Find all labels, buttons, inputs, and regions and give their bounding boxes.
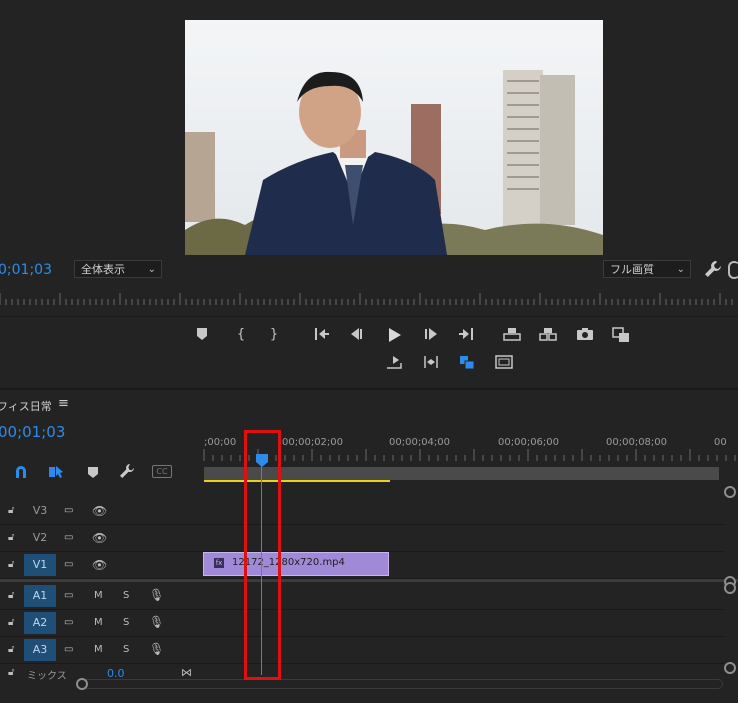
snap-icon[interactable] (14, 464, 28, 483)
ruler-label: 00;00;08;00 (606, 437, 668, 448)
video-frame-image (185, 20, 603, 255)
track-header-v1[interactable]: 🔓︎ V1 ▭ 👁︎ (0, 552, 202, 579)
highlight-box (244, 430, 281, 680)
zoom-dropdown-label: 全体表示 (81, 263, 125, 276)
timeline-timecode[interactable]: 00;01;03 (0, 423, 65, 441)
eye-icon[interactable]: 👁︎ (92, 531, 107, 545)
sequence-tab-label[interactable]: フィス日常 (0, 398, 52, 414)
mute-button[interactable]: M (94, 617, 103, 628)
go-to-out-icon[interactable] (454, 324, 478, 346)
timeline-settings-wrench-icon[interactable] (119, 463, 135, 483)
track-label-v1[interactable]: V1 (24, 554, 56, 576)
lock-icon[interactable]: 🔓︎ (8, 590, 14, 601)
track-header-a2[interactable]: 🔓︎ A2 ▭ M S 🎙︎ (0, 610, 202, 637)
track-label-v3[interactable]: V3 (24, 500, 56, 522)
lock-icon[interactable]: 🔓︎ (8, 644, 14, 655)
solo-button[interactable]: S (123, 644, 129, 655)
microphone-icon[interactable]: 🎙︎ (149, 615, 164, 629)
track-header-v2[interactable]: 🔓︎ V2 ▭ 👁︎ (0, 525, 202, 552)
go-to-in-icon[interactable] (310, 324, 334, 346)
fx-badge-icon: fx (214, 558, 224, 568)
ruler-label: 00;00;02;00 (282, 437, 344, 448)
mute-button[interactable]: M (94, 590, 103, 601)
overflow-icon[interactable] (728, 261, 738, 279)
quality-dropdown-label: フル画質 (610, 263, 654, 276)
trim-icon[interactable] (419, 351, 443, 373)
vertical-zoom-handle[interactable] (724, 486, 736, 498)
bowtie-icon[interactable]: ⋈ (181, 666, 192, 679)
linked-selection-icon[interactable] (48, 464, 64, 483)
program-monitor: 0;01;03 全体表示 ⌄ フル画質 ⌄ { } (0, 0, 738, 385)
horizontal-scroll-handle[interactable] (76, 678, 88, 690)
step-forward-icon[interactable] (419, 324, 443, 346)
sync-lock-icon[interactable]: ▭ (64, 559, 73, 570)
mark-out-icon[interactable]: } (262, 324, 286, 346)
overwrite-icon[interactable] (455, 351, 479, 373)
sync-lock-icon[interactable]: ▭ (64, 644, 73, 655)
zoom-dropdown[interactable]: 全体表示 ⌄ (74, 260, 162, 278)
add-marker-icon[interactable] (86, 464, 100, 483)
add-marker-icon[interactable] (190, 324, 214, 346)
program-timecode[interactable]: 0;01;03 (0, 262, 52, 278)
track-label-a1[interactable]: A1 (24, 585, 56, 607)
divider (0, 316, 738, 317)
quality-dropdown[interactable]: フル画質 ⌄ (603, 260, 691, 278)
audio-scroll-handle-bottom[interactable] (724, 662, 736, 674)
track-header-v3[interactable]: 🔓︎ V3 ▭ 👁︎ (0, 498, 202, 525)
audio-scroll-handle[interactable] (724, 582, 736, 594)
lock-icon[interactable]: 🔓︎ (8, 617, 14, 628)
safe-margins-icon[interactable] (492, 351, 516, 373)
video-audio-divider[interactable] (0, 579, 738, 582)
work-area-range[interactable] (204, 480, 390, 482)
track-label-a3[interactable]: A3 (24, 639, 56, 661)
monitor-time-ruler[interactable] (0, 290, 738, 305)
chevron-down-icon: ⌄ (147, 264, 156, 275)
mix-label: ミックス (27, 671, 67, 682)
comparison-view-icon[interactable] (609, 324, 633, 346)
export-frame-icon[interactable] (573, 324, 597, 346)
solo-button[interactable]: S (123, 617, 129, 628)
timeline-panel: フィス日常 ≡ 00;01;03 CC ;00;00 00;00;02;00 0… (0, 388, 738, 703)
mark-in-icon[interactable]: { (229, 324, 253, 346)
extract-icon[interactable] (536, 324, 560, 346)
lift-icon[interactable] (500, 324, 524, 346)
sync-lock-icon[interactable]: ▭ (64, 505, 73, 516)
lock-icon[interactable]: 🔓︎ (8, 532, 14, 543)
chevron-down-icon: ⌄ (676, 264, 685, 275)
sync-lock-icon[interactable]: ▭ (64, 617, 73, 628)
work-area-bar[interactable] (204, 467, 719, 480)
play-icon[interactable] (382, 324, 406, 346)
ruler-label: 00 (714, 437, 727, 448)
eye-icon[interactable]: 👁︎ (92, 558, 107, 572)
lock-icon[interactable]: 🔓︎ (8, 667, 14, 678)
sync-lock-icon[interactable]: ▭ (64, 590, 73, 601)
ruler-label: ;00;00 (204, 437, 237, 448)
settings-wrench-icon[interactable] (703, 259, 723, 279)
ruler-label: 00;00;06;00 (498, 437, 560, 448)
track-header-a3[interactable]: 🔓︎ A3 ▭ M S 🎙︎ (0, 637, 202, 664)
lock-icon[interactable]: 🔓︎ (8, 559, 14, 570)
video-clip[interactable]: fx 12172_1280x720.mp4 (203, 552, 389, 576)
step-back-icon[interactable] (345, 324, 369, 346)
microphone-icon[interactable]: 🎙︎ (149, 588, 164, 602)
lock-icon[interactable]: 🔓︎ (8, 505, 14, 516)
horizontal-scrollbar[interactable] (76, 679, 723, 689)
track-label-v2[interactable]: V2 (24, 527, 56, 549)
solo-button[interactable]: S (123, 590, 129, 601)
track-header-mix[interactable]: 🔓︎ ミックス 0.0 ⋈ (0, 664, 202, 682)
mute-button[interactable]: M (94, 644, 103, 655)
track-label-a2[interactable]: A2 (24, 612, 56, 634)
track-header-a1[interactable]: 🔓︎ A1 ▭ M S 🎙︎ (0, 583, 202, 610)
sync-lock-icon[interactable]: ▭ (64, 532, 73, 543)
panel-menu-icon[interactable]: ≡ (58, 396, 69, 411)
insert-icon[interactable] (382, 351, 406, 373)
eye-icon[interactable]: 👁︎ (92, 504, 107, 518)
captions-icon[interactable]: CC (152, 465, 172, 478)
ruler-label: 00;00;04;00 (389, 437, 451, 448)
program-video-frame[interactable] (185, 20, 603, 255)
microphone-icon[interactable]: 🎙︎ (149, 642, 164, 656)
